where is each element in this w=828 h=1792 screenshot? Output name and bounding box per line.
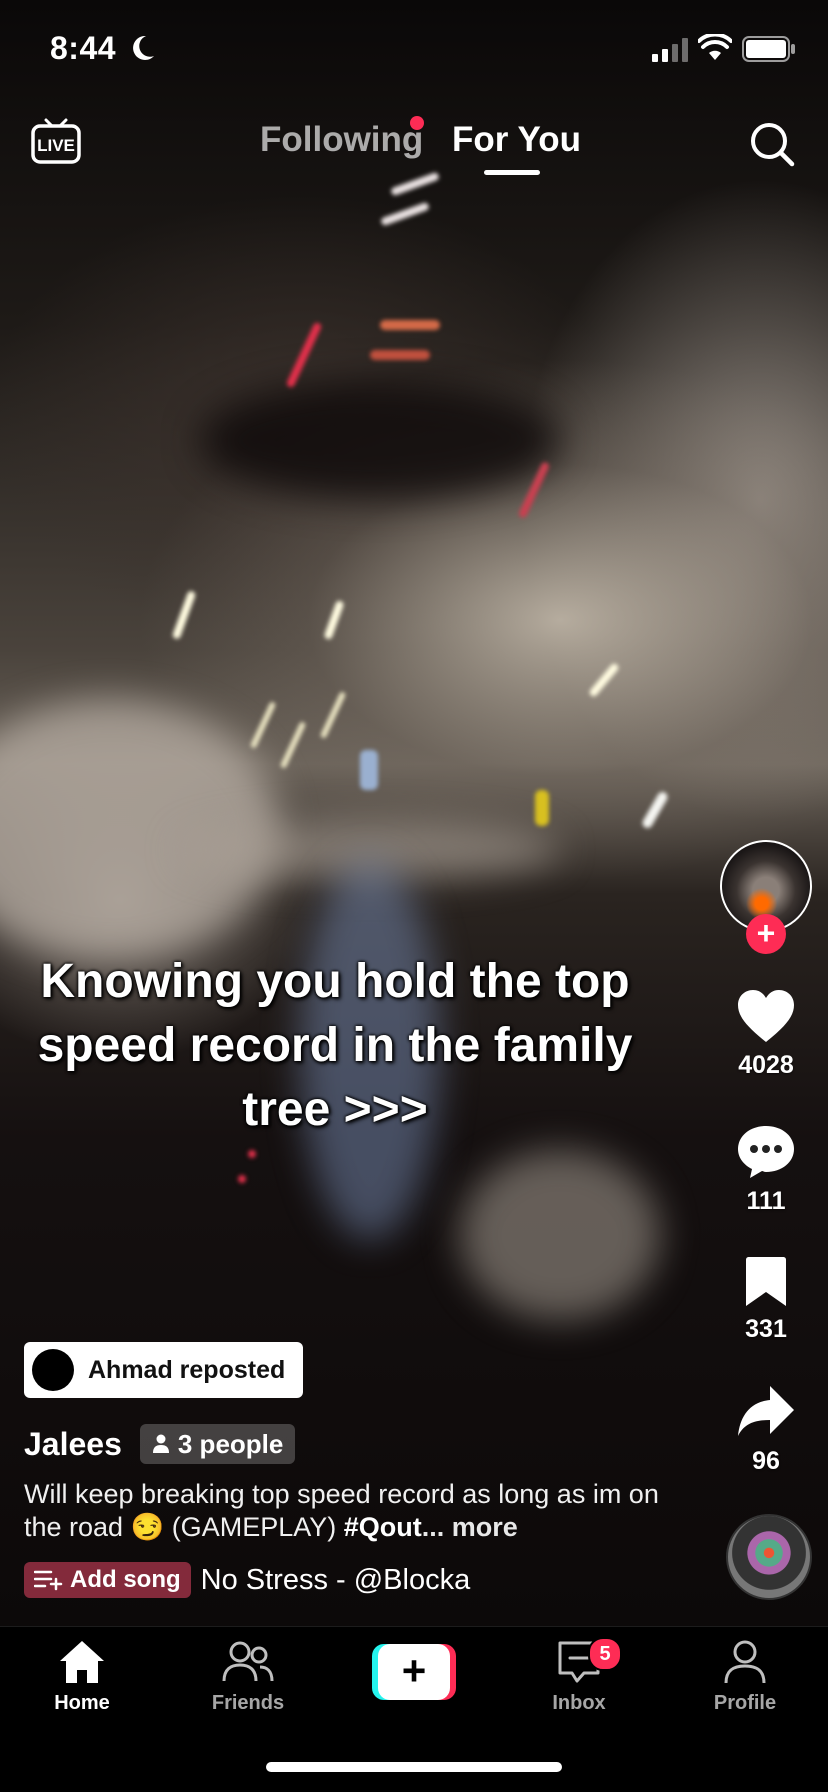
follow-plus-icon[interactable]: +: [746, 914, 786, 954]
tab-inbox[interactable]: 5 Inbox: [524, 1637, 634, 1715]
share-button[interactable]: 96: [716, 1384, 816, 1476]
live-label: LIVE: [37, 136, 75, 155]
author-name[interactable]: Jalees: [24, 1426, 122, 1463]
status-bar: 8:44: [0, 30, 828, 70]
share-count: 96: [752, 1447, 780, 1475]
battery-icon: [742, 36, 796, 67]
status-time: 8:44: [50, 30, 117, 66]
tab-home[interactable]: Home: [27, 1639, 137, 1715]
heart-icon: [738, 990, 794, 1042]
hashtag-link[interactable]: #Qout: [344, 1512, 422, 1542]
description-text: Will keep breaking top speed record as l…: [24, 1479, 659, 1542]
inbox-badge: 5: [588, 1637, 622, 1671]
tab-inbox-label: Inbox: [552, 1692, 606, 1714]
following-notification-dot: [410, 116, 424, 130]
wifi-icon: [697, 32, 733, 67]
tab-profile-label: Profile: [713, 1692, 777, 1714]
home-icon: [60, 1641, 104, 1683]
bookmark-icon: [746, 1257, 786, 1306]
people-badge[interactable]: 3 people: [139, 1424, 296, 1464]
search-button[interactable]: [748, 120, 796, 168]
create-plus-icon: +: [378, 1644, 450, 1700]
song-title[interactable]: No Stress - @Blocka: [201, 1564, 471, 1597]
tab-for-you[interactable]: For You: [452, 120, 581, 160]
post-description[interactable]: Will keep breaking top speed record as l…: [24, 1478, 664, 1544]
comment-button[interactable]: 111: [716, 1124, 816, 1216]
tab-home-label: Home: [54, 1692, 110, 1714]
tab-friends-label: Friends: [211, 1692, 285, 1714]
create-button[interactable]: +: [372, 1644, 456, 1700]
reposter-avatar: [32, 1349, 74, 1391]
like-button[interactable]: 4028: [716, 988, 816, 1080]
friends-icon: [222, 1641, 274, 1682]
screen: 8:44 LIVE Following For You Knowing you …: [0, 0, 828, 1792]
like-count: 4028: [738, 1051, 794, 1079]
home-indicator[interactable]: [266, 1762, 562, 1772]
profile-icon: [724, 1640, 766, 1684]
people-badge-label: 3 people: [177, 1428, 284, 1459]
tab-profile[interactable]: Profile: [690, 1639, 800, 1715]
author-row: Jalees 3 people: [24, 1424, 296, 1464]
bookmark-button[interactable]: 331: [716, 1256, 816, 1344]
live-button[interactable]: LIVE: [30, 116, 82, 168]
playlist-add-icon: [34, 1570, 63, 1591]
music-disc[interactable]: [726, 1514, 812, 1600]
top-nav: LIVE Following For You: [0, 112, 828, 182]
add-song-button[interactable]: Add song: [24, 1562, 191, 1598]
video-overlay-caption: Knowing you hold the top speed record in…: [37, 955, 633, 1136]
tab-following[interactable]: Following: [260, 120, 423, 160]
creator-avatar-group[interactable]: +: [720, 840, 812, 954]
comment-icon: [738, 1126, 794, 1178]
active-tab-indicator: [484, 170, 540, 175]
repost-label: Ahmad reposted: [88, 1355, 286, 1384]
add-song-label: Add song: [70, 1566, 181, 1593]
moon-icon: [130, 34, 156, 67]
comment-count: 111: [746, 1187, 786, 1215]
search-icon: [751, 123, 795, 167]
tab-friends[interactable]: Friends: [193, 1639, 303, 1715]
song-row: Add song No Stress - @Blocka: [24, 1562, 470, 1598]
cellular-signal-icon: [652, 38, 690, 67]
more-link[interactable]: ... more: [422, 1512, 518, 1542]
share-arrow-icon: [738, 1386, 794, 1436]
repost-chip[interactable]: Ahmad reposted: [24, 1342, 304, 1398]
live-tv-icon: LIVE: [31, 118, 81, 164]
bookmark-count: 331: [745, 1315, 787, 1343]
person-icon: [152, 1434, 169, 1453]
